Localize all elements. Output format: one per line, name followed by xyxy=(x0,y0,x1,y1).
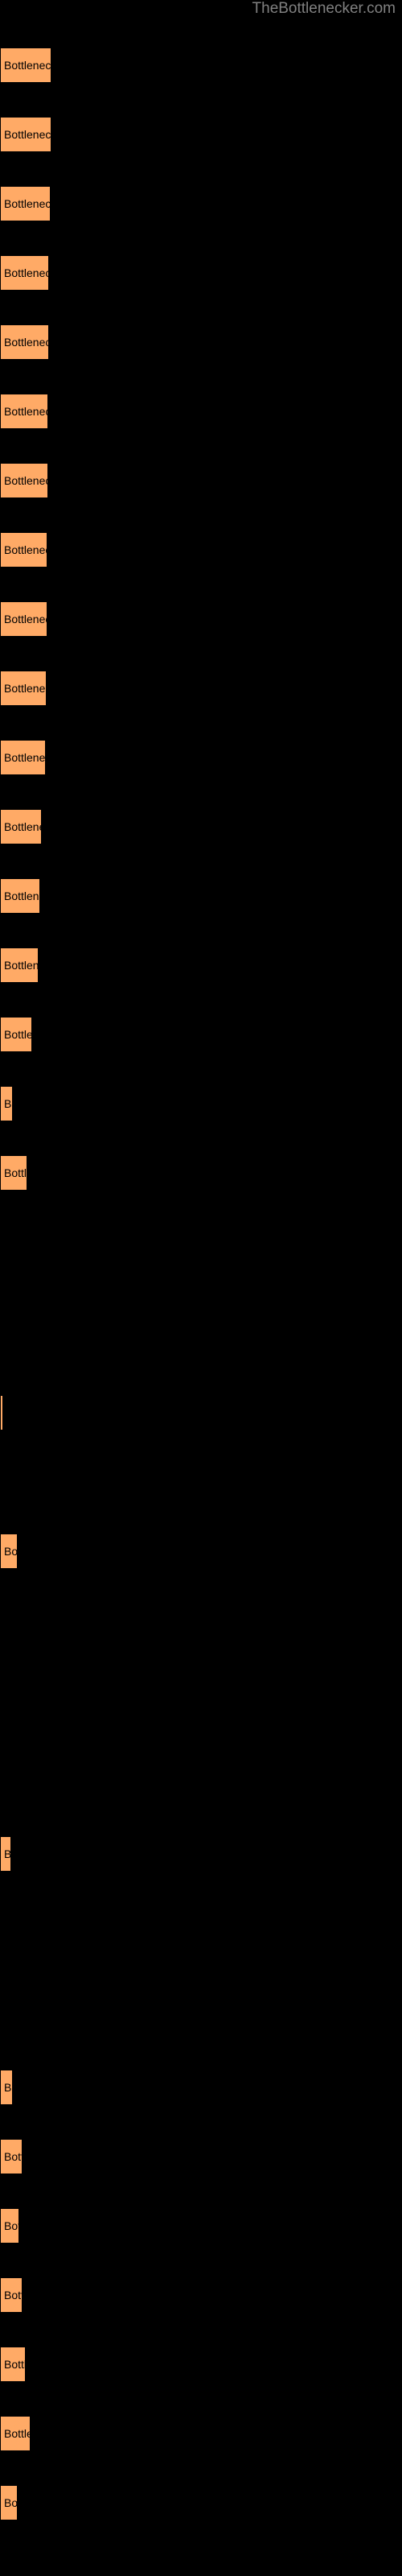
bar[interactable]: Bottleneck result xyxy=(1,2139,22,2174)
bottleneck-bar-chart: Bottleneck result Bottleneck result Bottle… xyxy=(0,0,402,2576)
bar-label: Bottleneck result xyxy=(4,959,38,972)
bar-label: Bottleneck result xyxy=(4,543,47,556)
bar[interactable]: Bottleneck result xyxy=(1,47,51,83)
bar-label: Bottleneck result xyxy=(4,2289,22,2301)
bar[interactable]: Bottleneck result xyxy=(1,809,41,844)
bar[interactable]: Bottleneck result xyxy=(1,463,47,498)
bar[interactable]: Bottleneck result xyxy=(1,117,51,152)
bar-label: Bottleneck result xyxy=(4,59,51,72)
bar-label: Bottleneck result xyxy=(4,2081,12,2094)
bar-label: Bottleneck result xyxy=(4,1545,17,1558)
bar[interactable]: Bottleneck result xyxy=(1,947,38,983)
bar-label: Bottleneck result xyxy=(4,1166,27,1179)
bar-label: Bottleneck result xyxy=(4,2496,17,2509)
bar-label: Bottleneck result xyxy=(4,890,39,902)
bar[interactable]: Bottleneck result xyxy=(1,186,50,221)
bar[interactable]: Bottleneck result xyxy=(1,2277,22,2313)
bar-label: Bottleneck result xyxy=(4,751,45,764)
bar-label: Bottleneck result xyxy=(4,405,47,418)
bar[interactable]: Bottleneck result xyxy=(1,878,39,914)
bar-label: Bottleneck result xyxy=(4,128,51,141)
bar[interactable]: Bottleneck result xyxy=(1,740,45,775)
bar[interactable]: Bottleneck result xyxy=(1,2485,17,2520)
bar-label: Bottleneck result xyxy=(4,1097,12,1110)
bar[interactable]: Bottleneck result xyxy=(1,671,46,706)
bar-label: Bottleneck result xyxy=(4,2219,18,2232)
bar-label: Bottleneck result xyxy=(4,2358,25,2371)
bar-label: Bottleneck result xyxy=(4,474,47,487)
bar-label: Bottleneck result xyxy=(4,336,48,349)
bar[interactable]: Bottleneck result xyxy=(1,2416,30,2451)
bar-label: Bottleneck result xyxy=(4,197,50,210)
bar[interactable]: Bottleneck result xyxy=(1,324,48,360)
bar-label: Bottleneck result xyxy=(4,266,48,279)
bar[interactable]: Bottleneck result xyxy=(1,2208,18,2244)
bar-label: Bottleneck result xyxy=(4,2427,30,2440)
bar[interactable]: Bottleneck result xyxy=(1,2347,25,2382)
bar-label: Bottleneck result xyxy=(4,1028,31,1041)
bar[interactable]: Bottleneck result xyxy=(1,255,48,291)
bar[interactable]: Bottleneck result xyxy=(1,1534,17,1569)
bar-label: Bottleneck result xyxy=(4,820,41,833)
bar[interactable]: Bottleneck result xyxy=(1,394,47,429)
bar[interactable]: Bottleneck result xyxy=(1,1017,31,1052)
bar[interactable]: Bottleneck result xyxy=(1,1395,2,1430)
bar-label: Bottleneck result xyxy=(4,613,47,625)
bar[interactable]: Bottleneck result xyxy=(1,1155,27,1191)
bar[interactable]: Bottleneck result xyxy=(1,601,47,637)
bar-label: Bottleneck result xyxy=(4,682,46,695)
bar-label: Bottleneck result xyxy=(4,2150,22,2163)
bar[interactable]: Bottleneck result xyxy=(1,1836,10,1872)
bar[interactable]: Bottleneck result xyxy=(1,532,47,568)
bar[interactable]: Bottleneck result xyxy=(1,2070,12,2105)
bar[interactable]: Bottleneck result xyxy=(1,1086,12,1121)
bar-label: Bottleneck result xyxy=(4,1848,10,1860)
